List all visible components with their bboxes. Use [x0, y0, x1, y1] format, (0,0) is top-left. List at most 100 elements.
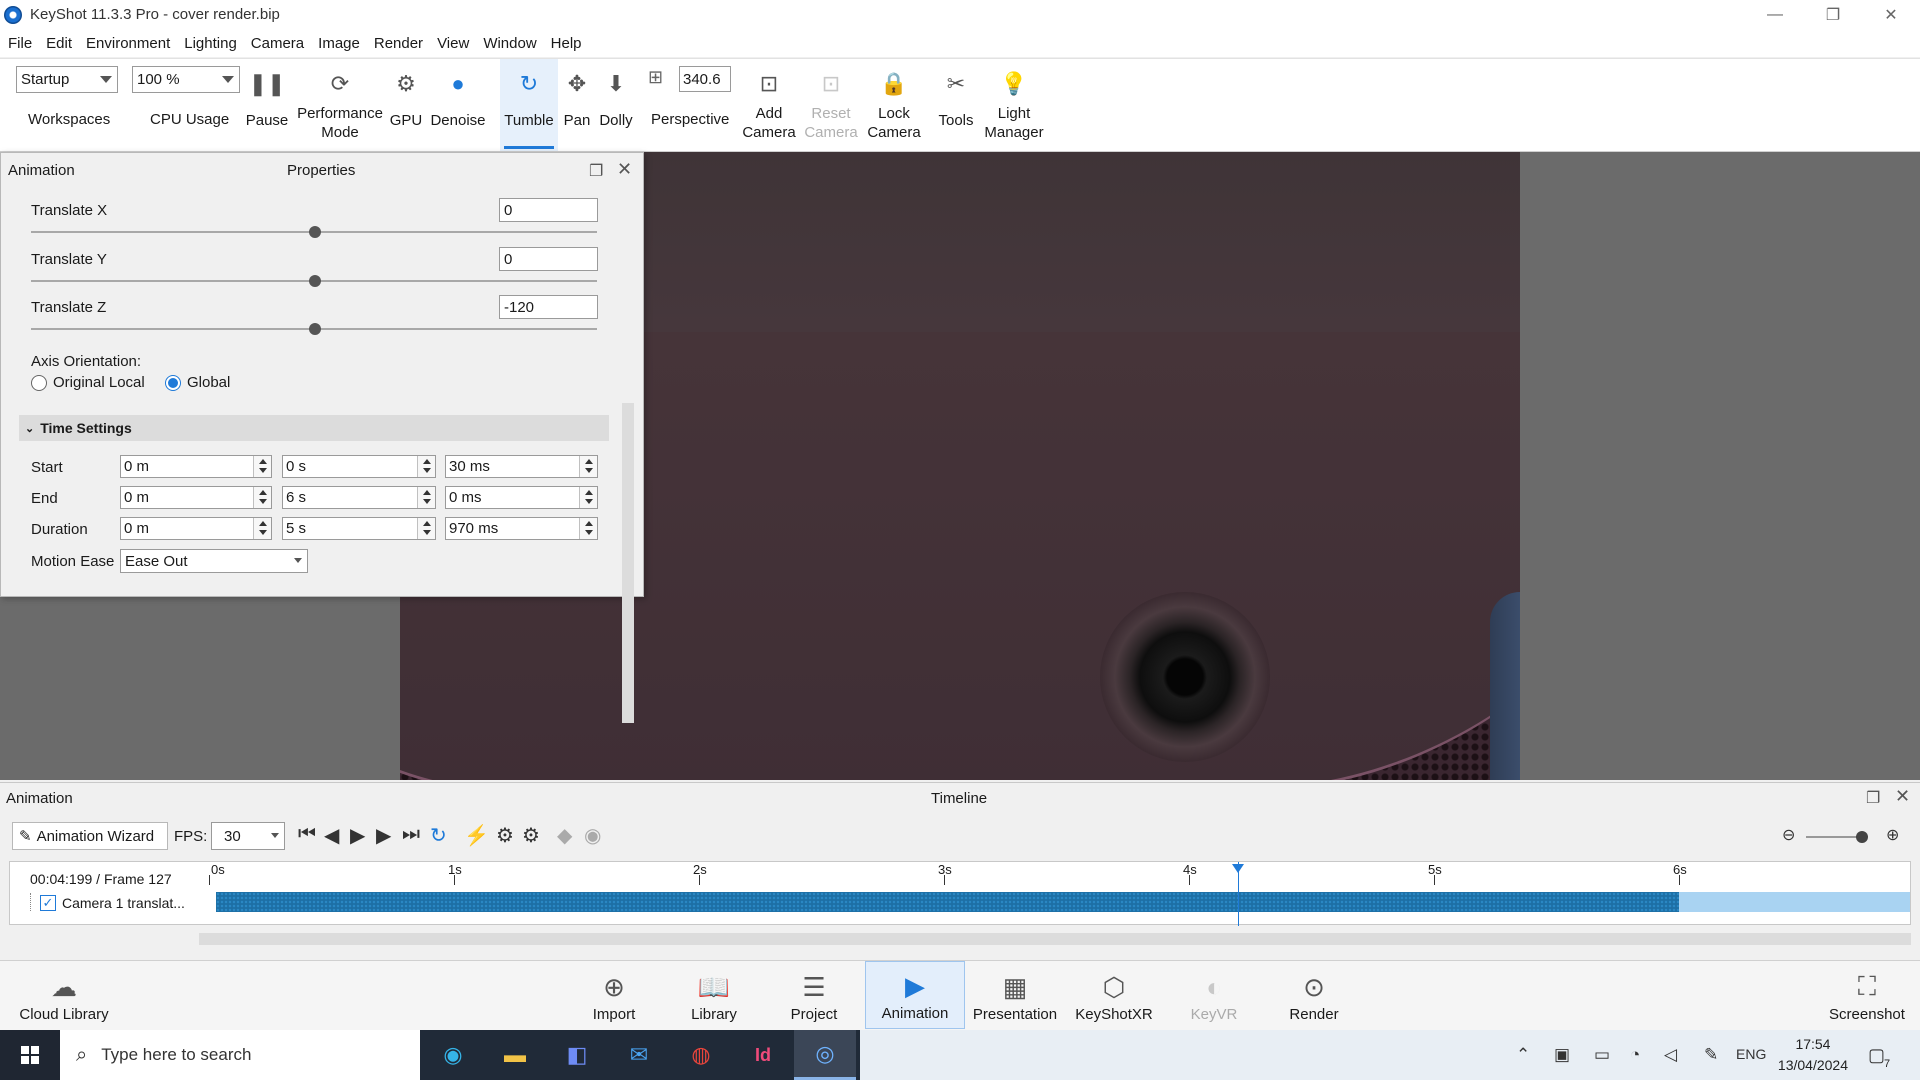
translate-x-slider[interactable]	[31, 226, 597, 238]
playhead[interactable]	[1232, 862, 1244, 926]
record-icon[interactable]: ◉	[584, 823, 601, 848]
design-app-icon[interactable]: ◧	[546, 1030, 608, 1080]
menu-window[interactable]: Window	[478, 35, 541, 52]
tools-button[interactable]: ✂ Tools	[934, 59, 978, 151]
end-ms-input[interactable]: 0 ms	[445, 486, 598, 509]
translate-y-slider[interactable]	[31, 275, 597, 287]
taskbar-search-box[interactable]: ⌕ Type here to search	[60, 1030, 420, 1080]
start-ms-input[interactable]: 30 ms	[445, 455, 598, 478]
timeline-track-area[interactable]: 00:04:199 / Frame 127 ✓ Camera 1 transla…	[9, 861, 1911, 926]
keyshot-taskbar-icon[interactable]: ◎	[794, 1030, 856, 1080]
spinner-arrows-icon[interactable]	[417, 487, 435, 508]
add-camera-button[interactable]: ⊡ Add Camera	[740, 59, 798, 151]
motion-path-icon[interactable]: ⚡	[464, 823, 489, 848]
spinner-arrows-icon[interactable]	[579, 456, 597, 477]
close-window-button[interactable]: ✕	[1862, 0, 1920, 29]
file-explorer-icon[interactable]: ▬	[484, 1030, 546, 1080]
keyshotxr-button[interactable]: ⬡ KeyShotXR	[1072, 961, 1156, 1029]
spinner-arrows-icon[interactable]	[417, 518, 435, 539]
radio-circle[interactable]	[165, 374, 181, 391]
denoise-button[interactable]: ● Denoise	[428, 59, 488, 151]
project-button[interactable]: ☰ Project	[774, 961, 854, 1029]
end-seconds-input[interactable]: 6 s	[282, 486, 436, 509]
gpu-button[interactable]: ⚙ GPU	[388, 59, 424, 151]
slider-handle[interactable]	[309, 226, 321, 238]
motion-ease-select[interactable]: Ease Out	[120, 549, 308, 573]
menu-edit[interactable]: Edit	[41, 35, 77, 52]
fps-select[interactable]: 30	[211, 822, 285, 850]
chrome-icon[interactable]: ◍	[670, 1030, 732, 1080]
lock-camera-button[interactable]: 🔒 Lock Camera	[864, 59, 924, 151]
notifications-icon[interactable]: ▢	[1868, 1045, 1885, 1066]
timeline-scrollbar[interactable]	[199, 933, 1911, 945]
spinner-arrows-icon[interactable]	[417, 456, 435, 477]
chevron-up-icon[interactable]: ⌃	[1516, 1045, 1530, 1065]
timeline-tab-animation[interactable]: Animation	[6, 790, 73, 807]
spinner-arrows-icon[interactable]	[253, 487, 271, 508]
start-minutes-input[interactable]: 0 m	[120, 455, 272, 478]
menu-render[interactable]: Render	[369, 35, 428, 52]
minimize-button[interactable]: —	[1746, 0, 1804, 29]
menu-camera[interactable]: Camera	[246, 35, 309, 52]
translate-y-input[interactable]: 0	[499, 247, 598, 271]
undock-icon[interactable]: ❐	[1866, 788, 1880, 808]
skip-to-end-icon[interactable]: ⏭	[402, 823, 420, 846]
language-indicator[interactable]: ENG	[1736, 1046, 1766, 1062]
panel-tab-animation[interactable]: Animation	[8, 162, 75, 179]
zoom-out-icon[interactable]: ⊖	[1782, 825, 1795, 845]
volume-icon[interactable]: ◁	[1664, 1045, 1677, 1065]
menu-file[interactable]: File	[3, 35, 37, 52]
zoom-slider[interactable]	[1806, 831, 1868, 843]
track-row-camera-1[interactable]: ✓ Camera 1 translat...	[38, 893, 202, 913]
wifi-icon[interactable]: ◔	[1630, 1045, 1640, 1065]
radio-circle[interactable]	[31, 374, 47, 391]
reset-camera-button[interactable]: ⊡ Reset Camera	[802, 59, 860, 151]
workspace-select[interactable]: Startup	[16, 66, 118, 93]
light-manager-button[interactable]: 💡 Light Manager	[982, 59, 1046, 151]
screenshot-button[interactable]: ⛶ Screenshot	[1822, 961, 1912, 1029]
menu-image[interactable]: Image	[313, 35, 365, 52]
cpu-usage-select[interactable]: 100 %	[132, 66, 240, 93]
zoom-in-icon[interactable]: ⊕	[1886, 825, 1899, 845]
close-panel-icon[interactable]: ✕	[1895, 786, 1910, 807]
presentation-button[interactable]: ▦ Presentation	[968, 961, 1062, 1029]
duration-seconds-input[interactable]: 5 s	[282, 517, 436, 540]
tumble-button[interactable]: ↻ Tumble	[500, 59, 558, 151]
render-button[interactable]: ⊙ Render	[1276, 961, 1352, 1029]
slider-handle[interactable]	[309, 323, 321, 335]
meet-now-icon[interactable]: ▣	[1554, 1045, 1570, 1065]
radio-original-local[interactable]: Original Local	[31, 374, 145, 391]
spinner-arrows-icon[interactable]	[579, 487, 597, 508]
close-panel-icon[interactable]: ✕	[617, 159, 632, 180]
indesign-icon[interactable]: Id	[732, 1030, 794, 1080]
perspective-label[interactable]: Perspective	[651, 111, 729, 128]
keyvr-button[interactable]: ◐ KeyVR	[1176, 961, 1252, 1029]
pause-button[interactable]: ❚❚ Pause	[246, 59, 289, 151]
restore-button[interactable]: ❐	[1804, 0, 1862, 29]
slider-handle[interactable]	[309, 275, 321, 287]
track-checkbox[interactable]: ✓	[40, 895, 56, 911]
cloud-library-button[interactable]: ☁ Cloud Library	[12, 961, 116, 1029]
pan-button[interactable]: ✥ Pan	[560, 59, 594, 151]
pen-icon[interactable]: ✎	[1704, 1045, 1718, 1065]
properties-scrollbar[interactable]	[622, 403, 634, 723]
start-seconds-input[interactable]: 0 s	[282, 455, 436, 478]
translate-x-input[interactable]: 0	[499, 198, 598, 222]
animation-button[interactable]: ▶ Animation	[865, 961, 965, 1029]
keyframe-icon[interactable]: ◆	[557, 823, 572, 848]
mail-icon[interactable]: ✉	[608, 1030, 670, 1080]
skip-to-start-icon[interactable]: ⏮	[298, 823, 316, 846]
performance-mode-button[interactable]: ⟳ Performance Mode	[294, 59, 386, 151]
menu-help[interactable]: Help	[546, 35, 587, 52]
duration-minutes-input[interactable]: 0 m	[120, 517, 272, 540]
spinner-arrows-icon[interactable]	[579, 518, 597, 539]
menu-lighting[interactable]: Lighting	[179, 35, 242, 52]
settings-gear-icon[interactable]: ⚙	[496, 823, 514, 848]
spinner-arrows-icon[interactable]	[253, 518, 271, 539]
loop-icon[interactable]: ↻	[430, 823, 447, 848]
time-settings-section-header[interactable]: ⌄ Time Settings	[19, 415, 609, 441]
field-of-view-input[interactable]: 340.6	[679, 66, 731, 92]
play-icon[interactable]: ▶	[350, 823, 365, 848]
translate-z-slider[interactable]	[31, 323, 597, 335]
translate-z-input[interactable]: -120	[499, 295, 598, 319]
